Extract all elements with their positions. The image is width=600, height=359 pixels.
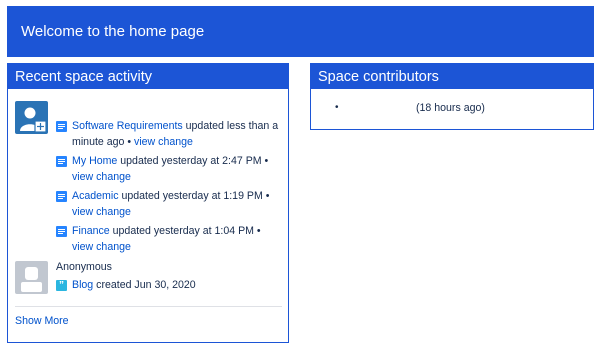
page-link[interactable]: Academic — [72, 190, 119, 202]
page-icon — [56, 156, 67, 167]
list-item: Finance updated yesterday at 1:04 PM • v… — [56, 223, 283, 255]
space-contributors-panel: Space contributors • (18 hours ago) — [310, 63, 594, 130]
show-more-link[interactable]: Show More — [15, 314, 69, 328]
list-item: Academic updated yesterday at 1:19 PM • … — [56, 188, 283, 220]
view-change-link[interactable]: view change — [72, 206, 131, 218]
list-bullet: • — [335, 102, 339, 113]
welcome-banner: Welcome to the home page — [7, 6, 594, 57]
page-link[interactable]: Finance — [72, 225, 110, 237]
recent-space-activity-panel: Recent space activity Software Requireme… — [7, 63, 289, 343]
blog-link[interactable]: Blog — [72, 279, 93, 291]
user-avatar-icon[interactable] — [15, 101, 48, 134]
activity-text: created Jun 30, 2020 — [93, 279, 196, 291]
recent-activity-title: Recent space activity — [15, 68, 153, 85]
blog-entry: ” Blog created Jun 30, 2020 — [56, 277, 283, 293]
list-item: Software Requirements updated less than … — [56, 118, 283, 150]
recent-activity-header: Recent space activity — [8, 64, 288, 89]
list-item: My Home updated yesterday at 2:47 PM • v… — [56, 153, 283, 185]
welcome-title: Welcome to the home page — [21, 23, 205, 40]
space-contributors-header: Space contributors — [311, 64, 593, 89]
activity-text: updated yesterday at 1:04 PM • — [109, 225, 261, 237]
space-contributors-title: Space contributors — [318, 68, 439, 85]
page-link[interactable]: Software Requirements — [72, 120, 183, 132]
anonymous-user-name[interactable]: Anonymous — [56, 260, 112, 274]
view-change-link[interactable]: view change — [72, 241, 131, 253]
page-link[interactable]: My Home — [72, 155, 117, 167]
activity-text: updated yesterday at 1:19 PM • — [118, 190, 270, 202]
activity-text: updated yesterday at 2:47 PM • — [117, 155, 269, 167]
activity-entries: Software Requirements updated less than … — [56, 118, 283, 258]
view-change-link[interactable]: view change — [72, 171, 131, 183]
blog-icon: ” — [56, 280, 67, 291]
page-icon — [56, 226, 67, 237]
contributor-timestamp: (18 hours ago) — [416, 102, 485, 114]
divider — [15, 306, 282, 307]
page-icon — [56, 121, 67, 132]
anonymous-avatar-icon[interactable] — [15, 261, 48, 294]
view-change-link[interactable]: view change — [134, 136, 193, 148]
page-icon — [56, 191, 67, 202]
list-item: ” Blog created Jun 30, 2020 — [56, 277, 283, 296]
